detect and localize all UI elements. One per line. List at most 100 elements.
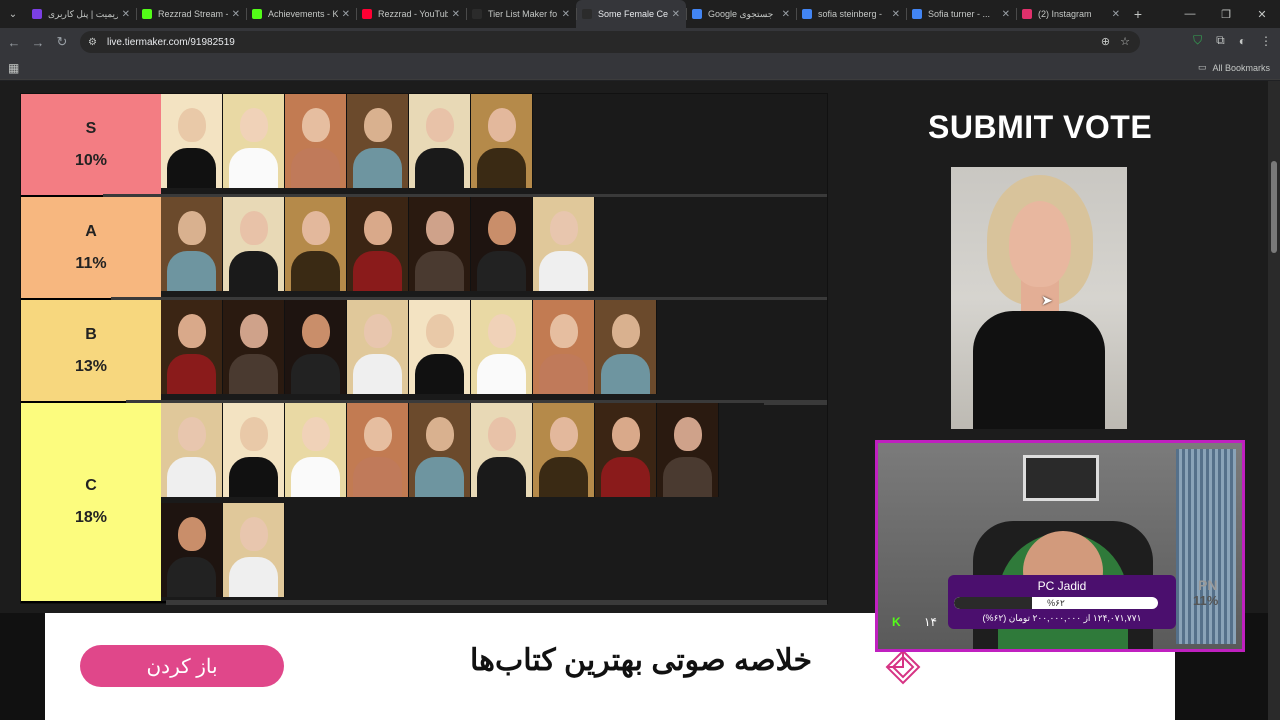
tab-close-icon[interactable]: ✕ — [562, 9, 570, 20]
tab-close-icon[interactable]: ✕ — [122, 9, 130, 20]
tier-item-image[interactable] — [223, 503, 285, 597]
browser-tab[interactable]: Google جستجوی ✕ — [686, 0, 796, 28]
tier-item-image[interactable] — [161, 300, 223, 394]
item-figure-body — [539, 251, 588, 291]
tier-item-image[interactable] — [285, 197, 347, 291]
item-figure-head — [177, 314, 206, 348]
page-scrollbar-thumb[interactable] — [1271, 161, 1277, 253]
back-icon[interactable]: ← — [2, 35, 26, 50]
restore-icon[interactable]: ❐ — [1208, 0, 1244, 28]
item-figure-body — [477, 354, 526, 394]
browser-tab[interactable]: (2) Instagram ✕ — [1016, 0, 1126, 28]
close-window-icon[interactable]: ✕ — [1244, 0, 1280, 28]
profile-avatar-icon[interactable]: ◐ — [1239, 34, 1246, 48]
forward-icon[interactable]: → — [26, 35, 50, 50]
item-figure-body — [353, 354, 402, 394]
tier-item-image[interactable] — [409, 197, 471, 291]
minimize-icon[interactable]: — — [1172, 0, 1208, 28]
item-figure-head — [487, 417, 516, 451]
item-figure-body — [663, 457, 712, 497]
ad-open-button[interactable]: باز کردن — [80, 645, 284, 687]
tab-close-icon[interactable]: ✕ — [452, 9, 460, 20]
tier-item-image[interactable] — [471, 300, 533, 394]
reload-icon[interactable]: ↻ — [50, 34, 74, 50]
tier-item-image[interactable] — [347, 197, 409, 291]
tier-item-image[interactable] — [161, 503, 223, 597]
browser-tab[interactable]: ریمیت | پنل کاربری ✕ — [26, 0, 136, 28]
browser-tab[interactable]: Sofia turner - ... ✕ — [906, 0, 1016, 28]
item-figure-body — [415, 457, 464, 497]
zoom-icon[interactable]: ⊕ — [1101, 35, 1110, 48]
bookmarks-bar: ▦ ▭ All Bookmarks — [0, 56, 1280, 80]
tier-item-image[interactable] — [223, 94, 285, 188]
tab-title: (2) Instagram — [1038, 9, 1092, 19]
extensions-puzzle-icon[interactable]: ⧉ — [1216, 33, 1225, 48]
item-figure-head — [549, 211, 578, 245]
tier-item-image[interactable] — [161, 197, 223, 291]
menu-kebab-icon[interactable]: ⋮ — [1260, 34, 1272, 48]
tab-close-icon[interactable]: ✕ — [782, 9, 790, 20]
tier-item-image[interactable] — [471, 403, 533, 497]
browser-tab[interactable]: Tier List Maker fo ✕ — [466, 0, 576, 28]
tier-item-image[interactable] — [347, 94, 409, 188]
all-bookmarks-button[interactable]: ▭ All Bookmarks — [1198, 62, 1270, 73]
tab-favicon-icon — [802, 9, 812, 19]
tier-item-image[interactable] — [409, 403, 471, 497]
tab-close-icon[interactable]: ✕ — [672, 9, 680, 20]
tab-close-icon[interactable]: ✕ — [232, 9, 240, 20]
tier-item-image[interactable] — [409, 300, 471, 394]
tier-item-image[interactable] — [595, 403, 657, 497]
address-bar[interactable]: ⚙ live.tiermaker.com/91982519 ⊕ ☆ — [80, 31, 1140, 53]
tier-row-scrollbar[interactable] — [166, 600, 827, 605]
browser-tab[interactable]: Rezzrad - YouTub ✕ — [356, 0, 466, 28]
browser-tab[interactable]: sofia steinberg - ✕ — [796, 0, 906, 28]
current-vote-image[interactable] — [951, 167, 1127, 429]
tier-item-image[interactable] — [223, 403, 285, 497]
tier-item-image[interactable] — [533, 403, 595, 497]
tier-label[interactable]: S 10% — [21, 94, 161, 195]
tier-label[interactable]: B 13% — [21, 300, 161, 401]
tier-item-image[interactable] — [223, 197, 285, 291]
page-scrollbar[interactable] — [1268, 81, 1280, 720]
tab-close-icon[interactable]: ✕ — [342, 9, 350, 20]
tier-label[interactable]: C 18% — [21, 403, 161, 601]
tab-search-icon[interactable]: ⌄ — [0, 0, 26, 28]
tier-item-image[interactable] — [285, 403, 347, 497]
tier-item-image[interactable] — [161, 403, 223, 497]
tier-item-image[interactable] — [409, 94, 471, 188]
donation-goal-widget: PC Jadid %۶۲ ۱۲۴,۰۷۱,۷۷۱ از ۲۰۰,۰۰۰,۰۰۰ … — [948, 575, 1176, 629]
tier-item-image[interactable] — [285, 94, 347, 188]
browser-tab[interactable]: Rezzrad Stream - ✕ — [136, 0, 246, 28]
bookmark-star-icon[interactable]: ☆ — [1120, 35, 1130, 48]
shield-extension-icon[interactable]: ⛉ — [1193, 33, 1202, 48]
tier-item-image[interactable] — [533, 300, 595, 394]
tier-item-image[interactable] — [657, 403, 719, 497]
tier-item-image[interactable] — [471, 94, 533, 188]
new-tab-button[interactable]: + — [1126, 6, 1150, 22]
tier-item-image[interactable] — [533, 197, 595, 291]
item-figure-head — [611, 417, 640, 451]
kick-logo-icon: K — [892, 615, 901, 629]
item-figure-head — [239, 211, 268, 245]
tier-item-image[interactable] — [347, 300, 409, 394]
tier-item-image[interactable] — [285, 300, 347, 394]
item-figure-head — [177, 211, 206, 245]
tier-item-image[interactable] — [161, 94, 223, 188]
tier-item-image[interactable] — [595, 300, 657, 394]
tab-close-icon[interactable]: ✕ — [1112, 9, 1120, 20]
kick-count: ۱۴ — [924, 615, 937, 629]
browser-tab[interactable]: Some Female Cel ✕ — [576, 0, 686, 28]
webcam-curtain — [1176, 449, 1236, 644]
site-info-icon[interactable]: ⚙ — [88, 37, 97, 48]
tab-close-icon[interactable]: ✕ — [892, 9, 900, 20]
tier-item-image[interactable] — [223, 300, 285, 394]
tier-label[interactable]: A 11% — [21, 197, 161, 298]
tab-close-icon[interactable]: ✕ — [1002, 9, 1010, 20]
browser-tab[interactable]: Achievements - K ✕ — [246, 0, 356, 28]
submit-vote-heading[interactable]: SUBMIT VOTE — [928, 109, 1152, 146]
tier-item-image[interactable] — [471, 197, 533, 291]
tier-item-image[interactable] — [347, 403, 409, 497]
item-figure-body — [353, 251, 402, 291]
tab-title: sofia steinberg - — [818, 9, 883, 19]
apps-grid-icon[interactable]: ▦ — [8, 61, 19, 75]
